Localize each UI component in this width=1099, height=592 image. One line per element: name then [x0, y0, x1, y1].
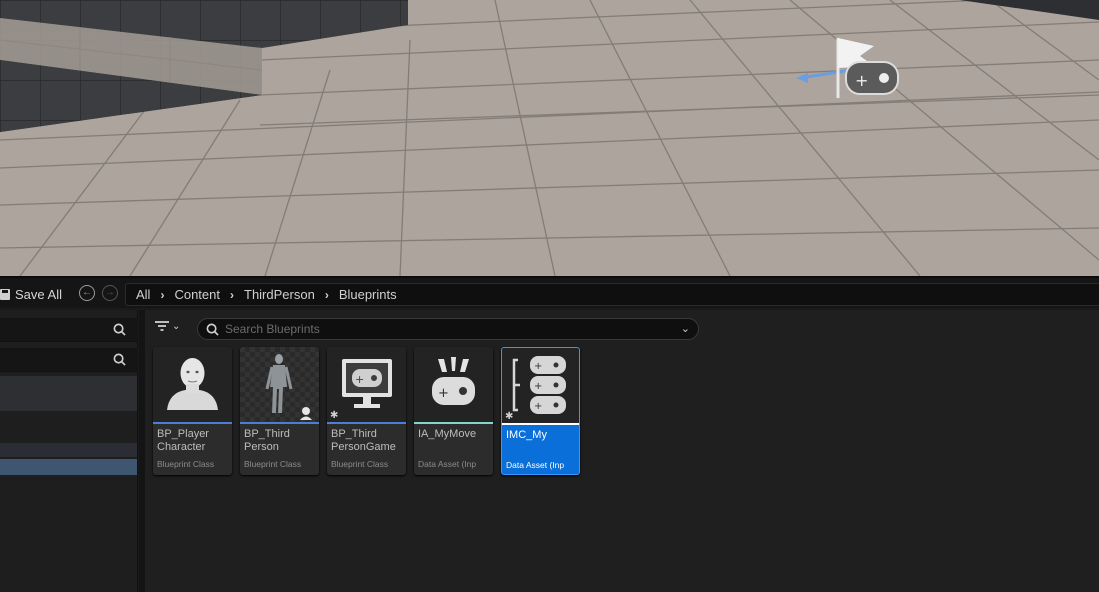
chevron-down-icon[interactable]: ⌄ — [681, 322, 690, 335]
breadcrumb-item-all[interactable]: All — [136, 287, 150, 302]
svg-text:+: + — [438, 386, 449, 401]
asset-name: BP_ThirdPersonGameMode — [331, 428, 396, 453]
asset-thumbnail — [153, 347, 232, 422]
gamepad-stack-icon: + + + — [512, 356, 566, 414]
search-bar[interactable]: ⌄ — [197, 318, 699, 340]
asset-type: Blueprint Class — [331, 459, 389, 469]
svg-text:+: + — [534, 381, 542, 392]
asset-thumbnail: + + + ✱ — [502, 348, 579, 423]
asset-name: IMC_My — [506, 429, 547, 441]
asset-tile-bp-player-character[interactable]: BP_Player Character Blueprint Class — [153, 347, 232, 475]
asset-name: IA_MyMove — [418, 428, 477, 440]
search-icon — [206, 323, 219, 336]
folder-tree-row[interactable] — [0, 443, 137, 457]
person-bust-icon — [167, 358, 218, 410]
viewport-scene: + — [0, 0, 1099, 276]
save-all-button[interactable]: Save All — [0, 284, 62, 304]
asset-thumbnail: + — [414, 347, 493, 422]
breadcrumb-item-content[interactable]: Content — [174, 287, 220, 302]
asset-tile-ia-mymove[interactable]: + IA_MyMove Data Asset (Inp — [414, 347, 493, 475]
arrow-left-circle-icon[interactable]: ← — [79, 285, 95, 301]
asset-type: Data Asset (Inp — [506, 460, 565, 470]
chevron-right-icon[interactable]: › — [230, 288, 234, 302]
asset-type: Data Asset (Inp — [418, 459, 477, 469]
asset-name: BP_ThirdPersonCharacter — [244, 428, 290, 453]
asset-tile-imc-my[interactable]: + + + ✱ IMC_My Data Asset (Inp — [501, 347, 580, 475]
filter-button[interactable]: ⌄ — [155, 320, 180, 332]
breadcrumb-item-thirdperson[interactable]: ThirdPerson — [244, 287, 315, 302]
asset-type-color-bar — [240, 422, 319, 424]
breadcrumb-item-blueprints[interactable]: Blueprints — [339, 287, 397, 302]
asset-type-color-bar — [414, 422, 493, 424]
content-browser-toolbar: Save All ← → All › Content › ThirdPerson… — [0, 276, 1099, 308]
chevron-right-icon[interactable]: › — [160, 288, 164, 302]
floppy-disk-icon — [0, 288, 10, 300]
svg-text:+: + — [855, 71, 868, 90]
breadcrumb: All › Content › ThirdPerson › Blueprints — [125, 283, 1099, 306]
star-badge-icon: ✱ — [330, 410, 339, 421]
asset-thumbnail: + ✱ — [327, 347, 406, 422]
save-all-label: Save All — [15, 286, 62, 302]
svg-text:+: + — [534, 401, 542, 412]
asset-view: ⌄ ⌄ BP_PlayerCharacter Blueprint Class — [145, 310, 1099, 592]
svg-text:+: + — [534, 361, 542, 372]
chevron-down-icon: ⌄ — [172, 320, 181, 332]
svg-text:+: + — [355, 373, 364, 386]
search-icon — [113, 323, 126, 336]
mannequin-icon — [240, 347, 319, 422]
asset-type: Blueprint Class — [157, 459, 215, 469]
search-input[interactable] — [225, 321, 665, 337]
asset-tile-bp-thirdperson-character[interactable]: BP_ThirdPersonCharacter Blueprint Class — [240, 347, 319, 475]
monitor-gamepad-icon: + — [342, 359, 392, 408]
favorites-search[interactable] — [0, 318, 138, 342]
filter-icon — [155, 321, 169, 331]
asset-type: Blueprint Class — [244, 459, 302, 469]
arrow-right-circle-icon[interactable]: → — [102, 285, 118, 301]
search-icon — [113, 353, 126, 366]
sources-panel — [0, 310, 138, 592]
folder-tree-row[interactable] — [0, 376, 137, 411]
chevron-right-icon[interactable]: › — [325, 288, 329, 302]
level-viewport[interactable]: + — [0, 0, 1099, 276]
asset-type-color-bar — [502, 423, 579, 425]
asset-name: BP_Player Character — [157, 428, 209, 453]
folder-tree-row-selected[interactable] — [0, 459, 137, 475]
asset-type-color-bar — [153, 422, 232, 424]
gamepad-action-icon: + — [432, 357, 475, 405]
asset-type-color-bar — [327, 422, 406, 424]
asset-tile-bp-thirdperson-gamemode[interactable]: + ✱ BP_ThirdPersonGameMode Blueprint Cla… — [327, 347, 406, 475]
folder-search[interactable] — [0, 348, 138, 372]
asset-thumbnail — [240, 347, 319, 422]
star-badge-icon: ✱ — [505, 411, 514, 422]
